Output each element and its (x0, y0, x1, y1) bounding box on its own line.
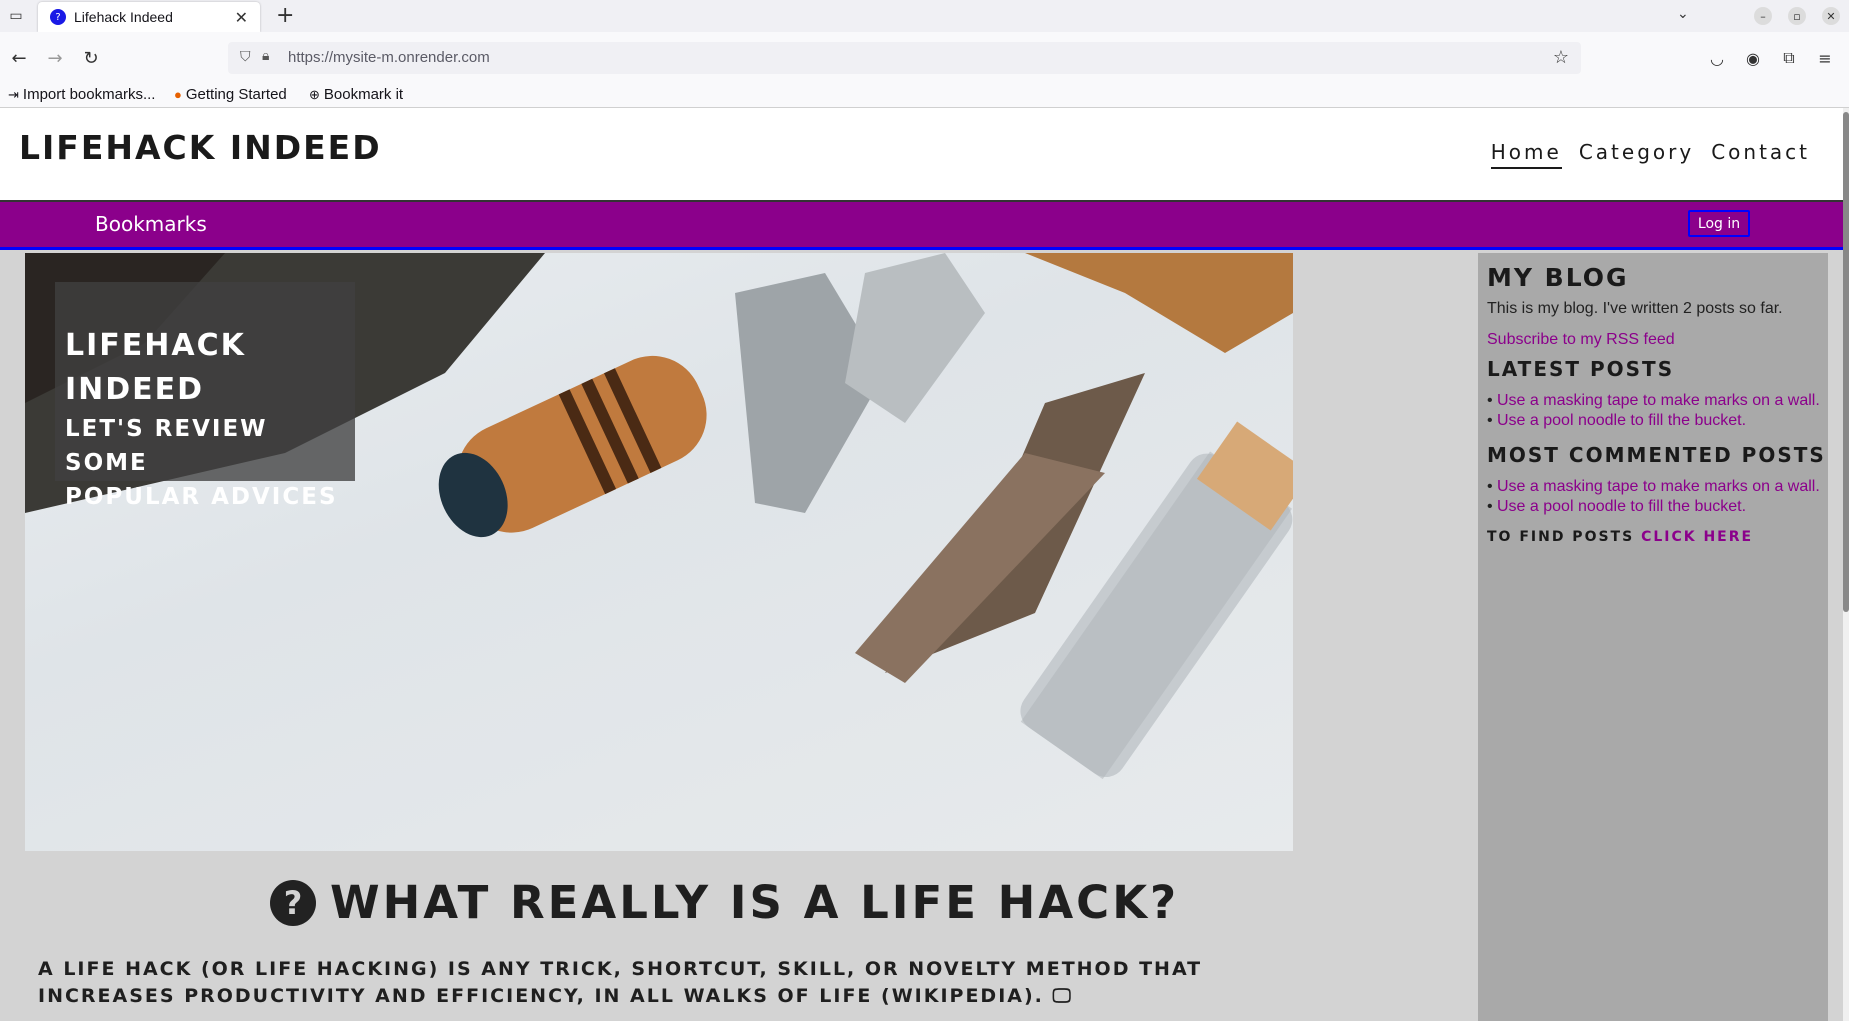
bookmark-star-icon[interactable]: ☆ (1553, 47, 1569, 68)
most-commented-list: Use a masking tape to make marks on a wa… (1487, 477, 1828, 517)
hero-caption: LIFEHACK INDEED LET'S REVIEW SOME POPULA… (55, 282, 355, 510)
globe-icon: ⊕ (309, 86, 320, 102)
blog-description: This is my blog. I've written 2 posts so… (1487, 300, 1783, 317)
tab-list-icon[interactable]: ▭ (4, 4, 28, 28)
shield-icon[interactable]: ⛉ (240, 49, 251, 65)
pocket-icon[interactable]: ◡ (1706, 47, 1728, 69)
teacher-icon: 🖵 (1052, 985, 1073, 1007)
bookmark-import[interactable]: ⇥ Import bookmarks... (8, 86, 155, 103)
lock-icon[interactable]: 🔒︎ (262, 48, 269, 64)
browser-tab[interactable]: ? Lifehack Indeed ✕ (38, 2, 260, 32)
bookmark-label: Getting Started (185, 86, 287, 103)
maximize-icon[interactable]: ▫ (1788, 7, 1806, 25)
post-link[interactable]: Use a pool noodle to fill the bucket. (1487, 411, 1828, 431)
login-button[interactable]: Log in (1688, 210, 1750, 237)
hero-image: LIFEHACK INDEED LET'S REVIEW SOME POPULA… (25, 253, 1293, 851)
bookmark-bookmark-it[interactable]: ⊕ Bookmark it (309, 86, 403, 103)
blog-title: MY BLOG (1487, 263, 1629, 292)
hero-title-line1: LIFEHACK (65, 328, 246, 363)
latest-posts-title: LATEST POSTS (1487, 357, 1675, 381)
nav-category[interactable]: Category (1579, 140, 1694, 169)
rss-link[interactable]: Subscribe to my RSS feed (1487, 331, 1828, 349)
url-bar[interactable]: ⛉ 🔒︎ https://mysite-m.onrender.com ☆ (228, 42, 1581, 74)
bookmarks-bar: Bookmarks Log in (0, 200, 1843, 250)
menu-icon[interactable]: ≡ (1814, 47, 1836, 69)
find-posts-link[interactable]: CLICK HERE (1641, 529, 1753, 545)
import-icon: ⇥ (8, 86, 19, 102)
find-posts: TO FIND POSTS CLICK HERE (1487, 529, 1828, 545)
site-title[interactable]: LIFEHACK INDEED (19, 128, 382, 167)
post-link[interactable]: Use a pool noodle to fill the bucket. (1487, 497, 1828, 517)
latest-posts-list: Use a masking tape to make marks on a wa… (1487, 391, 1828, 431)
site-header: LIFEHACK INDEED Home Category Contact (0, 108, 1843, 200)
extensions-icon[interactable]: ⧉ (1778, 47, 1800, 69)
bookmarks-link[interactable]: Bookmarks (95, 212, 207, 236)
tab-bar: ▭ ? Lifehack Indeed ✕ + ⌄ – ▫ ✕ (0, 0, 1849, 32)
scrollbar-thumb[interactable] (1843, 112, 1849, 612)
url-text[interactable]: https://mysite-m.onrender.com (288, 49, 490, 66)
web-page: LIFEHACK INDEED Home Category Contact Bo… (0, 108, 1849, 1021)
heading-text: WHAT REALLY IS A LIFE HACK? (330, 876, 1180, 929)
reload-icon[interactable]: ↻ (80, 47, 102, 69)
hero-sub-line2: POPULAR ADVICES (65, 484, 338, 510)
tab-title: Lifehack Indeed (74, 9, 173, 25)
nav-contact[interactable]: Contact (1711, 140, 1810, 169)
bookmark-getting-started[interactable]: ● Getting Started (174, 86, 287, 103)
question-circle-icon: ? (270, 879, 316, 926)
bookmark-label: Import bookmarks... (22, 86, 156, 103)
hero-title-line2: INDEED (65, 372, 205, 407)
bookmarks-toolbar: ⇥ Import bookmarks... ● Getting Started … (0, 84, 1849, 108)
forward-icon[interactable]: → (44, 47, 66, 69)
content-heading: ? WHAT REALLY IS A LIFE HACK? (270, 876, 1179, 929)
post-link[interactable]: Use a masking tape to make marks on a wa… (1487, 391, 1828, 411)
scrollbar[interactable] (1843, 108, 1849, 1021)
close-window-icon[interactable]: ✕ (1822, 7, 1840, 25)
bookmark-label: Bookmark it (323, 86, 404, 103)
minimize-icon[interactable]: – (1754, 7, 1772, 25)
nav-home[interactable]: Home (1490, 140, 1562, 169)
tab-close-icon[interactable]: ✕ (235, 8, 248, 27)
post-link[interactable]: Use a masking tape to make marks on a wa… (1487, 477, 1828, 497)
back-icon[interactable]: ← (8, 47, 30, 69)
new-tab-icon[interactable]: + (276, 3, 294, 28)
content-paragraph: A LIFE HACK (OR LIFE HACKING) IS ANY TRI… (38, 956, 1258, 1010)
tab-favicon-icon: ? (50, 9, 66, 25)
chevron-down-icon[interactable]: ⌄ (1677, 6, 1689, 22)
navigation-toolbar: ← → ↻ ⛉ 🔒︎ https://mysite-m.onrender.com… (0, 32, 1849, 84)
hero-sub-line1: LET'S REVIEW SOME (65, 416, 268, 476)
most-commented-title: MOST COMMENTED POSTS (1487, 443, 1826, 467)
account-icon[interactable]: ◉ (1742, 47, 1764, 69)
firefox-icon: ● (174, 87, 182, 102)
main-nav: Home Category Contact (1490, 140, 1810, 169)
paragraph-text: A LIFE HACK (OR LIFE HACKING) IS ANY TRI… (38, 958, 1203, 1007)
find-posts-label: TO FIND POSTS (1487, 529, 1635, 545)
sidebar: MY BLOG This is my blog. I've written 2 … (1478, 253, 1828, 1021)
